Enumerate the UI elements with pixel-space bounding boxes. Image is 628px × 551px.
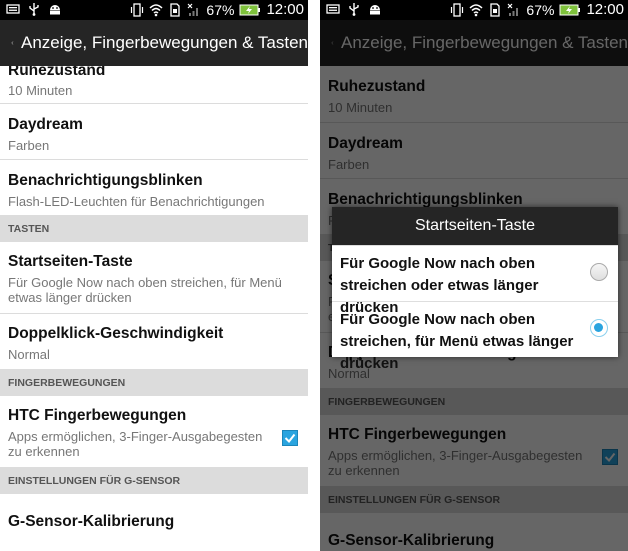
setting-value: Apps ermöglichen, 3-Finger-Ausgabegesten… bbox=[8, 429, 263, 459]
vibrate-icon bbox=[451, 2, 464, 17]
setting-home-key[interactable]: Startseiten-Taste Für Google Now nach ob… bbox=[0, 242, 308, 314]
category-header-gsensor: EINSTELLUNGEN FÜR G-SENSOR bbox=[0, 468, 308, 494]
setting-htc-gestures[interactable]: HTC Fingerbewegungen Apps ermöglichen, 3… bbox=[0, 396, 308, 468]
category-header-keys: TASTEN bbox=[0, 216, 308, 242]
action-bar: Anzeige, Fingerbewegungen & Tasten bbox=[0, 20, 308, 66]
android-icon bbox=[50, 5, 60, 15]
battery-percent: 67% bbox=[526, 1, 555, 18]
home-key-dialog: Startseiten-Taste Für Google Now nach ob… bbox=[332, 207, 618, 372]
screen-settings: 67% 12:00 Anzeige, Fingerbewegungen & Ta… bbox=[0, 0, 308, 551]
vibrate-icon bbox=[131, 2, 144, 17]
setting-gsensor-calibration[interactable]: G-Sensor-Kalibrierung bbox=[0, 494, 308, 551]
battery-charging-icon bbox=[559, 4, 581, 15]
setting-daydream[interactable]: Daydream Farben bbox=[0, 104, 308, 160]
radio-unselected-icon[interactable] bbox=[590, 263, 608, 281]
no-signal-icon bbox=[187, 3, 199, 16]
setting-value: Farben bbox=[8, 138, 50, 153]
clock: 12:00 bbox=[266, 1, 304, 18]
setting-title: Benachrichtigungsblinken bbox=[8, 172, 203, 189]
dialog-title: Startseiten-Taste bbox=[332, 207, 618, 245]
category-header-gestures: FINGERBEWEGUNGEN bbox=[0, 370, 308, 396]
wifi-icon bbox=[149, 3, 163, 16]
wifi-icon bbox=[469, 3, 483, 16]
sim-icon bbox=[170, 2, 181, 17]
setting-title: HTC Fingerbewegungen bbox=[8, 407, 187, 424]
radio-selected-icon[interactable] bbox=[590, 319, 608, 337]
setting-title: Ruhezustand bbox=[8, 66, 106, 79]
setting-value: Normal bbox=[8, 347, 50, 362]
usb-icon bbox=[29, 3, 39, 16]
settings-list: Ruhezustand 10 Minuten Daydream Farben B… bbox=[0, 66, 308, 551]
usb-icon bbox=[349, 3, 359, 16]
setting-value: 10 Minuten bbox=[8, 83, 73, 98]
setting-title: Startseiten-Taste bbox=[8, 253, 133, 270]
divider bbox=[308, 0, 320, 551]
setting-value: Für Google Now nach oben streichen, für … bbox=[8, 275, 282, 305]
setting-double-click-speed[interactable]: Doppelklick-Geschwindigkeit Normal bbox=[0, 314, 308, 370]
no-signal-icon bbox=[507, 3, 519, 16]
dialog-option-google-now-menu[interactable]: Für Google Now nach oben streichen, für … bbox=[332, 301, 618, 372]
dialog-option-google-now-long-press[interactable]: Für Google Now nach oben streichen oder … bbox=[332, 245, 618, 316]
setting-value: Flash-LED-Leuchten für Benachrichtigunge… bbox=[8, 194, 265, 209]
android-icon bbox=[370, 5, 380, 15]
setting-title: Doppelklick-Geschwindigkeit bbox=[8, 325, 224, 342]
keyboard-icon bbox=[326, 4, 340, 14]
setting-title: G-Sensor-Kalibrierung bbox=[8, 513, 175, 530]
battery-charging-icon bbox=[239, 4, 261, 15]
status-bar: 67% 12:00 bbox=[0, 0, 308, 20]
page-title: Anzeige, Fingerbewegungen & Tasten bbox=[21, 33, 308, 52]
setting-sleep[interactable]: Ruhezustand 10 Minuten bbox=[0, 66, 308, 104]
keyboard-icon bbox=[6, 4, 20, 14]
setting-notification-led[interactable]: Benachrichtigungsblinken Flash-LED-Leuch… bbox=[0, 160, 308, 216]
status-bar: 67% 12:00 bbox=[320, 0, 628, 20]
clock: 12:00 bbox=[586, 1, 624, 18]
back-arrow-icon[interactable] bbox=[10, 31, 15, 55]
checkbox-checked-icon[interactable] bbox=[282, 430, 298, 446]
screen-settings-dialog: 67% 12:00 Anzeige, Fingerbewegungen & Ta… bbox=[320, 0, 628, 551]
sim-icon bbox=[490, 2, 501, 17]
battery-percent: 67% bbox=[206, 1, 235, 18]
setting-title: Daydream bbox=[8, 116, 83, 133]
